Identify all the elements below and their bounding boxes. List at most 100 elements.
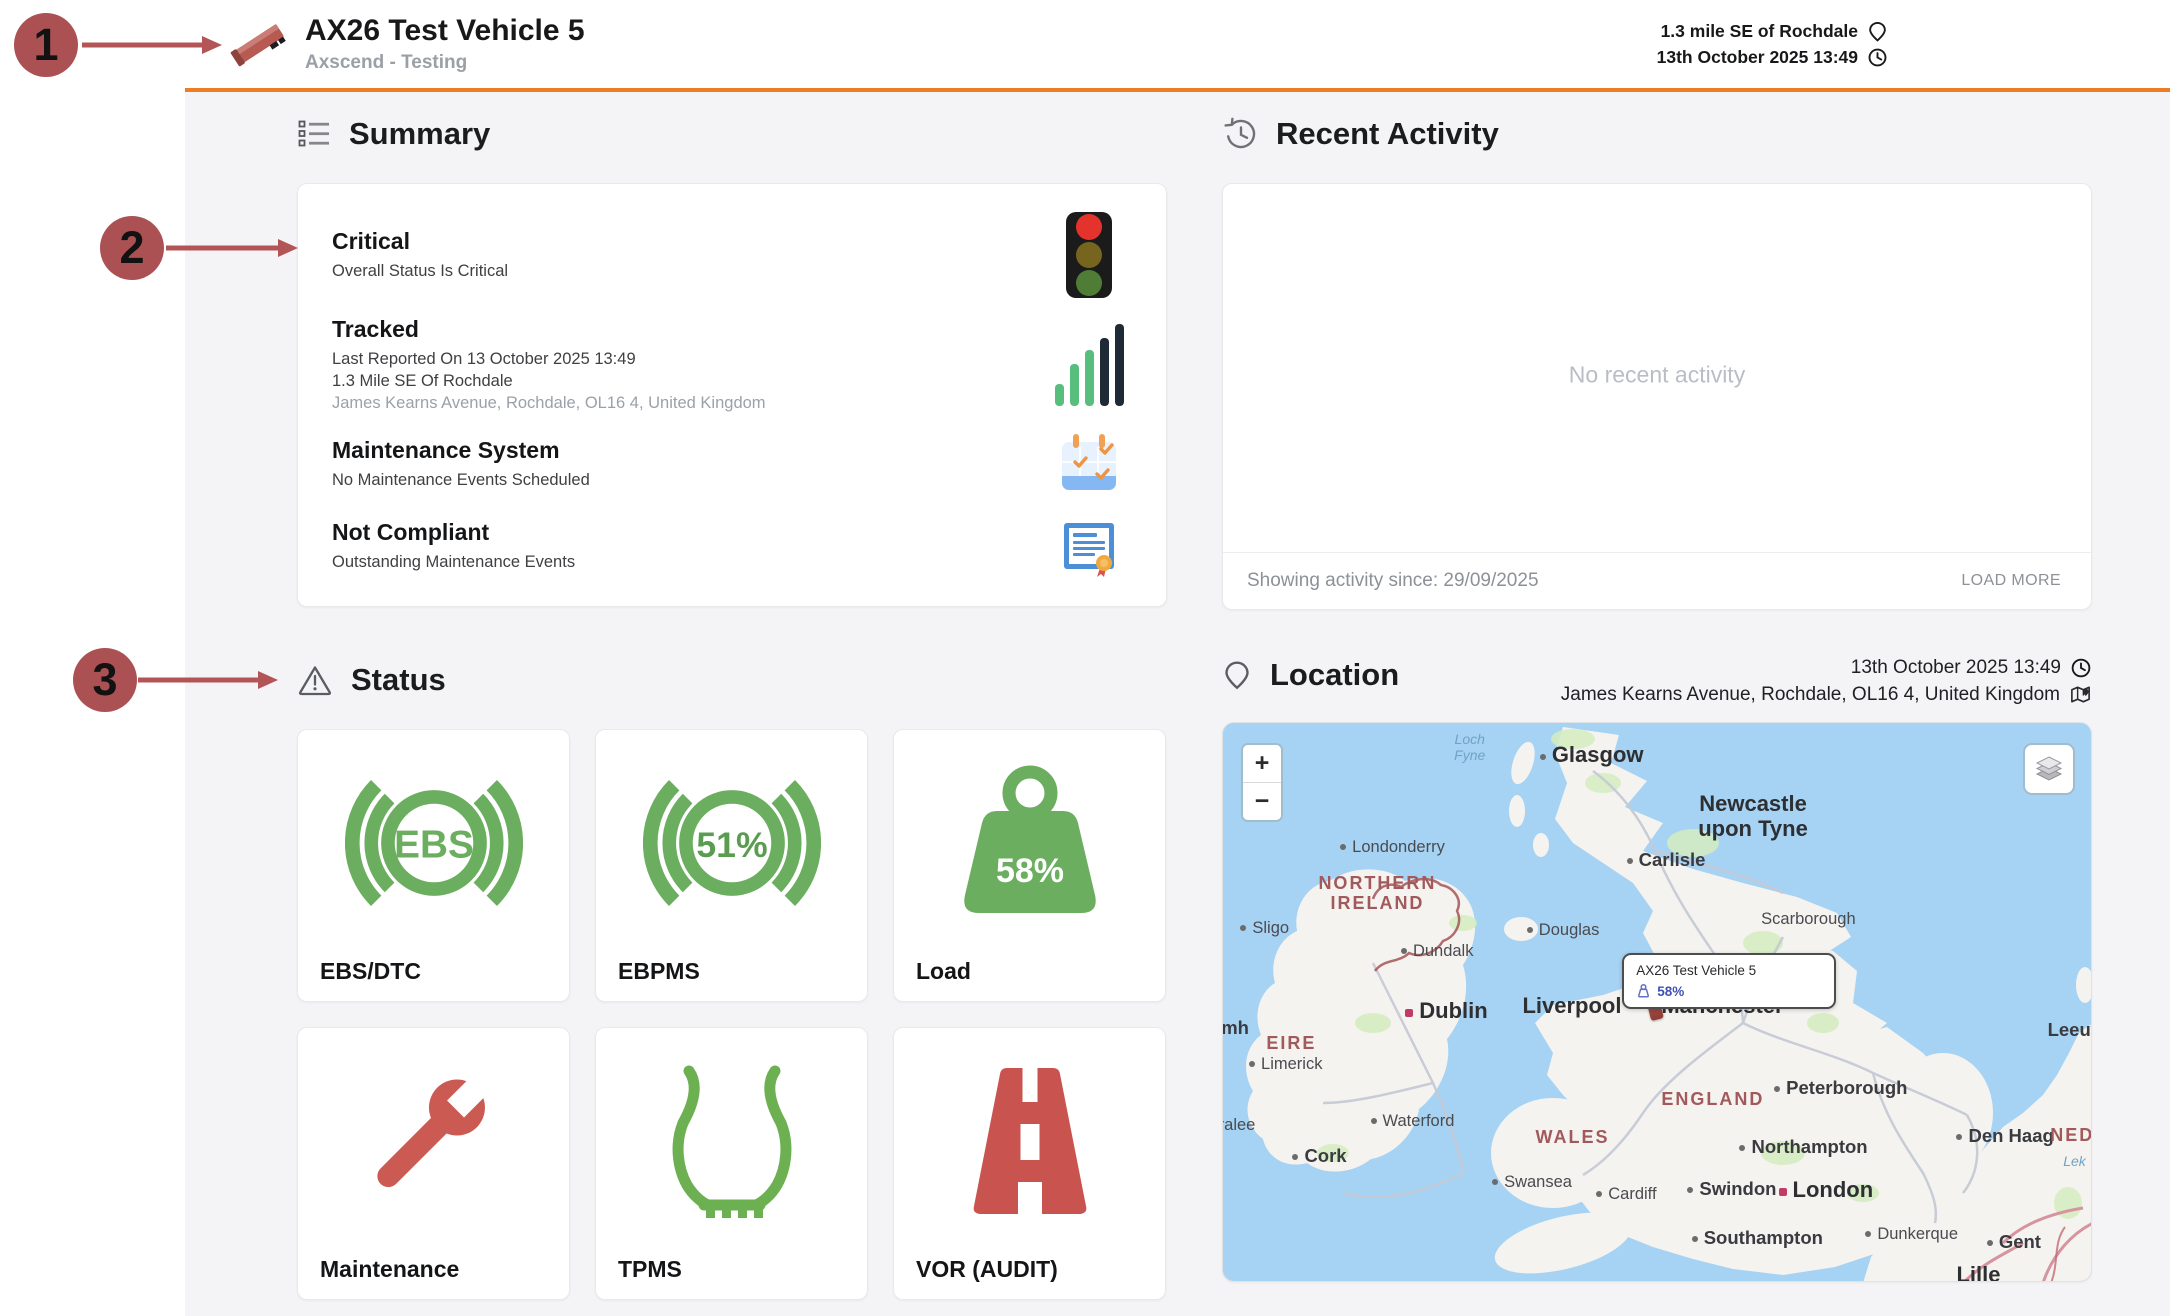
zoom-in-button[interactable]: + (1243, 745, 1281, 782)
ebpms-brake-icon: 51% (596, 744, 867, 941)
map-label: Sligo (1240, 919, 1289, 938)
summary-row-line: Last Reported On 13 October 2025 13:49 (332, 348, 766, 370)
map-zoom-control: + − (1241, 743, 1283, 822)
map-label: Dublin (1405, 998, 1487, 1024)
location-title: Location (1270, 657, 1399, 693)
status-card-maintenance[interactable]: Maintenance (297, 1027, 570, 1300)
tooltip-load-value: 58% (1657, 984, 1684, 999)
road-icon (894, 1042, 1165, 1239)
summary-row-title: Maintenance System (332, 437, 590, 464)
map-label: Peterborough (1774, 1077, 1907, 1099)
vehicle-dashboard-page: 1 2 3 AX26 Test Vehicle 5 Axscend - Test… (0, 0, 2170, 1316)
list-icon (297, 117, 331, 151)
zoom-out-button[interactable]: − (1243, 783, 1281, 820)
location-datetime-text: 13th October 2025 13:49 (1851, 657, 2061, 679)
svg-text:58%: 58% (995, 852, 1063, 890)
summary-row-subtitle: No Maintenance Events Scheduled (332, 469, 590, 491)
page-header: AX26 Test Vehicle 5 Axscend - Testing 1.… (185, 0, 2170, 92)
status-card-ebpms[interactable]: 51% EBPMS (595, 729, 868, 1002)
fleet-subtitle: Axscend - Testing (305, 52, 585, 74)
summary-row-subtitle: Outstanding Maintenance Events (332, 551, 575, 573)
summary-row-critical[interactable]: Critical Overall Status Is Critical (332, 212, 1132, 298)
map-label: WALES (1535, 1127, 1609, 1148)
wrench-icon (298, 1042, 569, 1239)
status-card-tpms[interactable]: TPMS (595, 1027, 868, 1300)
location-address-text: James Kearns Avenue, Rochdale, OL16 4, U… (1561, 684, 2060, 706)
vehicle-map-tooltip: AX26 Test Vehicle 5 58% (1622, 953, 1836, 1009)
summary-section-header: Summary (297, 114, 1167, 154)
map-label: EIRE (1266, 1033, 1316, 1054)
status-card-load[interactable]: 58% Load (893, 729, 1166, 1002)
annotation-arrow-2 (166, 236, 298, 260)
location-section-header: Location 13th October 2025 13:49 James K… (1222, 655, 2092, 706)
status-card-label: VOR (AUDIT) (916, 1256, 1058, 1283)
map-layers-button[interactable] (2023, 743, 2075, 795)
summary-title: Summary (349, 116, 490, 152)
ebs-brake-icon: EBS (298, 744, 569, 941)
warning-triangle-icon (297, 662, 333, 698)
map-label: Scarborough (1761, 910, 1855, 929)
clock-icon (1867, 47, 1888, 68)
status-card-label: TPMS (618, 1256, 682, 1283)
annotation-arrow-3 (138, 668, 278, 692)
weight-mini-icon (1636, 983, 1651, 999)
recent-activity-section-header: Recent Activity (1222, 114, 2092, 154)
summary-row-title: Tracked (332, 316, 766, 343)
tyre-icon (596, 1042, 867, 1239)
summary-row-tracked[interactable]: Tracked Last Reported On 13 October 2025… (332, 316, 1132, 415)
map-label: Liverpool (1522, 993, 1621, 1019)
map-label: imh (1222, 1017, 1249, 1039)
map-label: Glasgow (1540, 742, 1644, 768)
dashboard-content: Summary Critical Overall Status Is Criti… (185, 92, 2170, 1316)
svg-text:EBS: EBS (394, 823, 474, 866)
map-label: NORTHERN IRELAND (1292, 873, 1462, 914)
no-activity-message: No recent activity (1223, 362, 2091, 389)
tooltip-vehicle-name: AX26 Test Vehicle 5 (1636, 963, 1822, 978)
calendar-icon (1050, 432, 1128, 496)
map-label: ENGLAND (1661, 1089, 1764, 1110)
map-label: Dunkerque (1865, 1225, 1958, 1244)
certificate-icon (1050, 514, 1128, 578)
layers-icon (2034, 754, 2064, 784)
summary-card: Critical Overall Status Is Critical Trac… (297, 183, 1167, 607)
map-label: Londonderry (1340, 838, 1445, 857)
trailer-icon (225, 14, 291, 74)
location-map[interactable]: Loch Fyne Glasgow Newcastle upon Tyne Ca… (1222, 722, 2092, 1282)
location-pin-icon (1867, 21, 1888, 42)
location-pin-icon (1222, 660, 1252, 690)
status-section-header: Status (297, 660, 1167, 700)
summary-row-line: 1.3 Mile SE Of Rochdale (332, 370, 766, 392)
map-label: Limerick (1249, 1055, 1322, 1074)
map-icon (2069, 683, 2092, 706)
map-label: Carlisle (1627, 849, 1706, 871)
clock-icon (2070, 657, 2092, 679)
recent-activity-title: Recent Activity (1276, 116, 1499, 152)
map-label: London (1779, 1177, 1874, 1203)
map-label: Cork (1292, 1145, 1346, 1167)
map-label: Den Haag (1956, 1125, 2053, 1147)
summary-row-address: James Kearns Avenue, Rochdale, OL16 4, U… (332, 392, 766, 414)
status-card-label: Maintenance (320, 1256, 459, 1283)
summary-row-maintenance[interactable]: Maintenance System No Maintenance Events… (332, 432, 1132, 496)
map-label: Dundalk (1401, 942, 1474, 961)
map-label: Swindon (1687, 1178, 1776, 1200)
annotation-marker-1: 1 (14, 13, 78, 77)
map-label: Newcastle upon Tyne (1683, 791, 1823, 842)
summary-row-title: Not Compliant (332, 519, 575, 546)
recent-activity-footer: Showing activity since: 29/09/2025 LOAD … (1223, 552, 2091, 609)
signal-bars-icon (1050, 324, 1128, 406)
activity-since-text: Showing activity since: 29/09/2025 (1247, 570, 1539, 592)
svg-text:51%: 51% (696, 825, 767, 865)
map-label: Swansea (1492, 1173, 1572, 1192)
summary-row-title: Critical (332, 228, 508, 255)
status-grid: EBS EBS/DTC (297, 729, 1167, 1300)
status-card-label: EBPMS (618, 958, 700, 985)
status-card-vor-audit[interactable]: VOR (AUDIT) (893, 1027, 1166, 1300)
page-title: AX26 Test Vehicle 5 (305, 14, 585, 48)
load-more-button[interactable]: LOAD MORE (1955, 571, 2067, 591)
map-label: Lek (2063, 1153, 2086, 1169)
map-label: Cardiff (1596, 1185, 1656, 1204)
summary-row-compliance[interactable]: Not Compliant Outstanding Maintenance Ev… (332, 514, 1132, 578)
status-card-ebs-dtc[interactable]: EBS EBS/DTC (297, 729, 570, 1002)
map-label: Lille (1956, 1262, 2000, 1282)
